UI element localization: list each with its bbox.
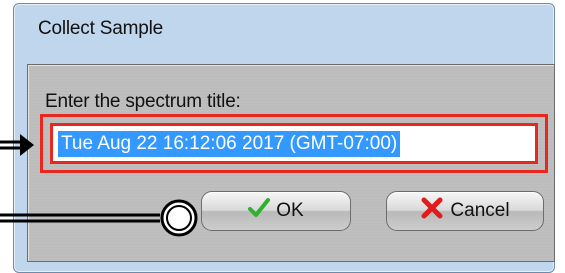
spectrum-title-value: Tue Aug 22 16:12:06 2017 (GMT-07:00) (58, 131, 401, 157)
arrow-right-icon (0, 134, 34, 156)
prompt-label: Enter the spectrum title: (45, 91, 241, 112)
spectrum-title-input[interactable]: Tue Aug 22 16:12:06 2017 (GMT-07:00) (50, 123, 538, 164)
dialog-title: Collect Sample (38, 18, 163, 39)
cancel-button-label: Cancel (450, 200, 510, 221)
cancel-button[interactable]: Cancel (386, 191, 544, 231)
ok-button-label: OK (276, 200, 304, 221)
checkmark-icon (248, 197, 271, 225)
callout-circle-icon (0, 199, 198, 237)
x-icon (420, 196, 444, 226)
ok-button[interactable]: OK (201, 191, 351, 231)
